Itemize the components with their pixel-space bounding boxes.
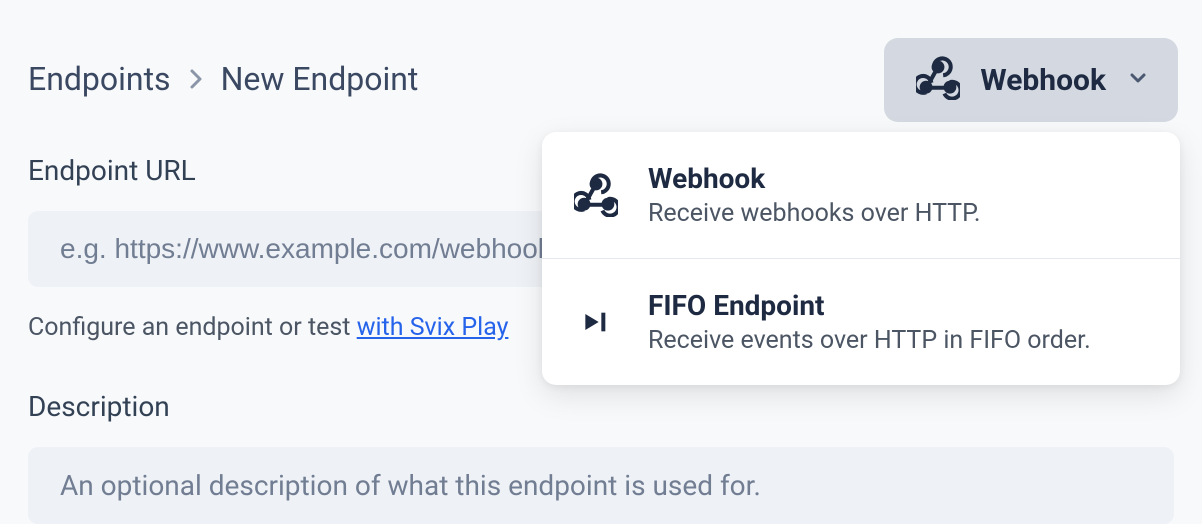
- dropdown-item-webhook[interactable]: Webhook Receive webhooks over HTTP.: [542, 132, 1180, 258]
- dropdown-item-title: Webhook: [648, 162, 981, 195]
- dropdown-item-description: Receive webhooks over HTTP.: [648, 199, 981, 228]
- dropdown-item-fifo[interactable]: FIFO Endpoint Receive events over HTTP i…: [542, 258, 1180, 385]
- description-label: Description: [28, 390, 1174, 423]
- dropdown-item-description: Receive events over HTTP in FIFO order.: [648, 326, 1091, 355]
- endpoint-type-dropdown: Webhook Receive webhooks over HTTP. FIFO…: [542, 132, 1180, 385]
- webhook-icon: [574, 173, 618, 217]
- description-input[interactable]: An optional description of what this end…: [28, 447, 1174, 524]
- chevron-down-icon: [1126, 66, 1150, 94]
- breadcrumb-root[interactable]: Endpoints: [28, 60, 171, 98]
- svix-play-link[interactable]: with Svix Play: [357, 313, 509, 342]
- fifo-icon: [574, 300, 618, 344]
- dropdown-item-title: FIFO Endpoint: [648, 289, 1091, 322]
- endpoint-type-selector[interactable]: Webhook: [884, 38, 1178, 122]
- webhook-icon: [916, 56, 960, 104]
- breadcrumb-current: New Endpoint: [221, 60, 419, 98]
- chevron-right-icon: [189, 68, 203, 90]
- endpoint-type-label: Webhook: [980, 63, 1106, 98]
- endpoint-url-helper-text: Configure an endpoint or test: [28, 313, 357, 342]
